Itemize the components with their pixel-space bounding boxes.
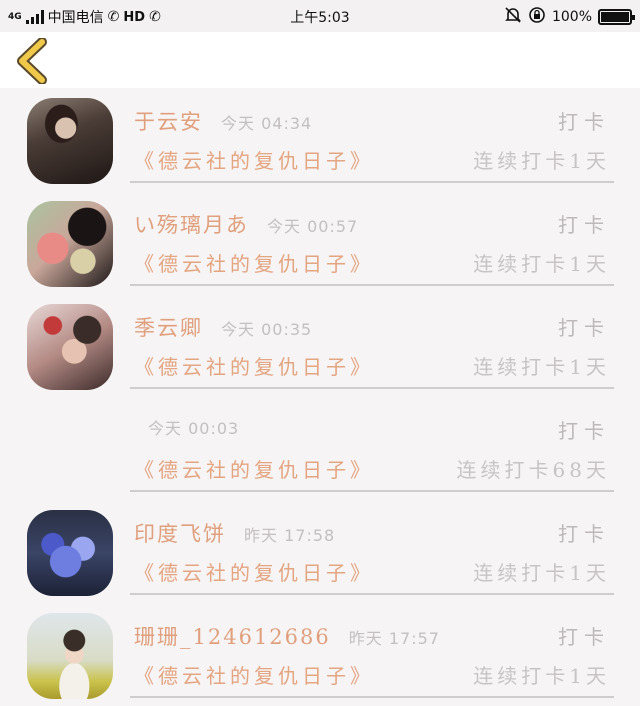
list-item[interactable]: 印度飞饼 昨天 17:58 打卡 《德云社的复仇日子》 连续打卡1天 bbox=[0, 500, 640, 603]
avatar[interactable] bbox=[27, 98, 113, 184]
streak-count: 连续打卡1天 bbox=[473, 149, 610, 173]
book-title[interactable]: 《德云社的复仇日子》 bbox=[134, 557, 374, 586]
user-name: い殇璃月あ 今天 00:57 bbox=[134, 213, 359, 237]
checkin-label: 打卡 bbox=[558, 213, 610, 237]
avatar[interactable] bbox=[27, 510, 113, 596]
battery-icon bbox=[598, 9, 635, 25]
book-title[interactable]: 《德云社的复仇日子》 bbox=[134, 145, 374, 174]
battery-percent: 100% bbox=[551, 9, 592, 25]
divider bbox=[130, 181, 614, 183]
list-item[interactable]: 于云安 今天 04:34 打卡 《德云社的复仇日子》 连续打卡1天 bbox=[0, 88, 640, 191]
top-bar bbox=[0, 32, 640, 88]
user-name: 今天 00:03 bbox=[148, 415, 239, 439]
status-right: 100% bbox=[504, 6, 635, 28]
list-item[interactable]: 今天 00:03 打卡 《德云社的复仇日子》 连续打卡68天 bbox=[0, 397, 640, 500]
checkin-time: 今天 00:03 bbox=[148, 419, 240, 438]
checkin-label: 打卡 bbox=[558, 110, 610, 134]
checkin-label: 打卡 bbox=[558, 625, 610, 649]
checkin-time: 今天 00:57 bbox=[267, 217, 359, 236]
book-title[interactable]: 《德云社的复仇日子》 bbox=[134, 248, 374, 277]
user-name: 季云卿 今天 00:35 bbox=[134, 316, 313, 340]
status-bar: 4G 中国电信 ✆ HD ✆ 上午5:03 100% bbox=[0, 0, 640, 32]
user-name: 印度飞饼 昨天 17:58 bbox=[134, 522, 336, 546]
divider bbox=[130, 593, 614, 595]
user-name: 珊珊_124612686 昨天 17:57 bbox=[134, 625, 440, 649]
avatar[interactable] bbox=[27, 201, 113, 287]
list-item[interactable]: い殇璃月あ 今天 00:57 打卡 《德云社的复仇日子》 连续打卡1天 bbox=[0, 191, 640, 294]
streak-count: 连续打卡1天 bbox=[473, 252, 610, 276]
divider bbox=[130, 696, 614, 698]
avatar[interactable] bbox=[27, 304, 113, 390]
checkin-time: 昨天 17:58 bbox=[244, 526, 336, 545]
chevron-left-icon bbox=[17, 37, 47, 85]
book-title[interactable]: 《德云社的复仇日子》 bbox=[134, 660, 374, 689]
list-item[interactable]: 珊珊_124612686 昨天 17:57 打卡 《德云社的复仇日子》 连续打卡1… bbox=[0, 603, 640, 706]
streak-count: 连续打卡68天 bbox=[456, 458, 610, 482]
avatar[interactable] bbox=[27, 613, 113, 699]
divider bbox=[130, 490, 614, 492]
mute-bell-icon bbox=[504, 6, 522, 28]
streak-count: 连续打卡1天 bbox=[473, 561, 610, 585]
book-title[interactable]: 《德云社的复仇日子》 bbox=[134, 454, 374, 483]
back-button[interactable] bbox=[14, 37, 54, 85]
checkin-label: 打卡 bbox=[558, 522, 610, 546]
checkin-time: 今天 04:34 bbox=[221, 114, 313, 133]
book-title[interactable]: 《德云社的复仇日子》 bbox=[134, 351, 374, 380]
checkin-list: 于云安 今天 04:34 打卡 《德云社的复仇日子》 连续打卡1天 い殇璃月あ 今天… bbox=[0, 88, 640, 706]
checkin-label: 打卡 bbox=[558, 419, 610, 443]
divider bbox=[130, 387, 614, 389]
checkin-time: 昨天 17:57 bbox=[348, 629, 440, 648]
user-name: 于云安 今天 04:34 bbox=[134, 110, 313, 134]
streak-count: 连续打卡1天 bbox=[473, 664, 610, 688]
divider bbox=[130, 284, 614, 286]
rotation-lock-icon bbox=[528, 6, 546, 28]
checkin-time: 今天 00:35 bbox=[221, 320, 313, 339]
streak-count: 连续打卡1天 bbox=[473, 355, 610, 379]
checkin-label: 打卡 bbox=[558, 316, 610, 340]
list-item[interactable]: 季云卿 今天 00:35 打卡 《德云社的复仇日子》 连续打卡1天 bbox=[0, 294, 640, 397]
